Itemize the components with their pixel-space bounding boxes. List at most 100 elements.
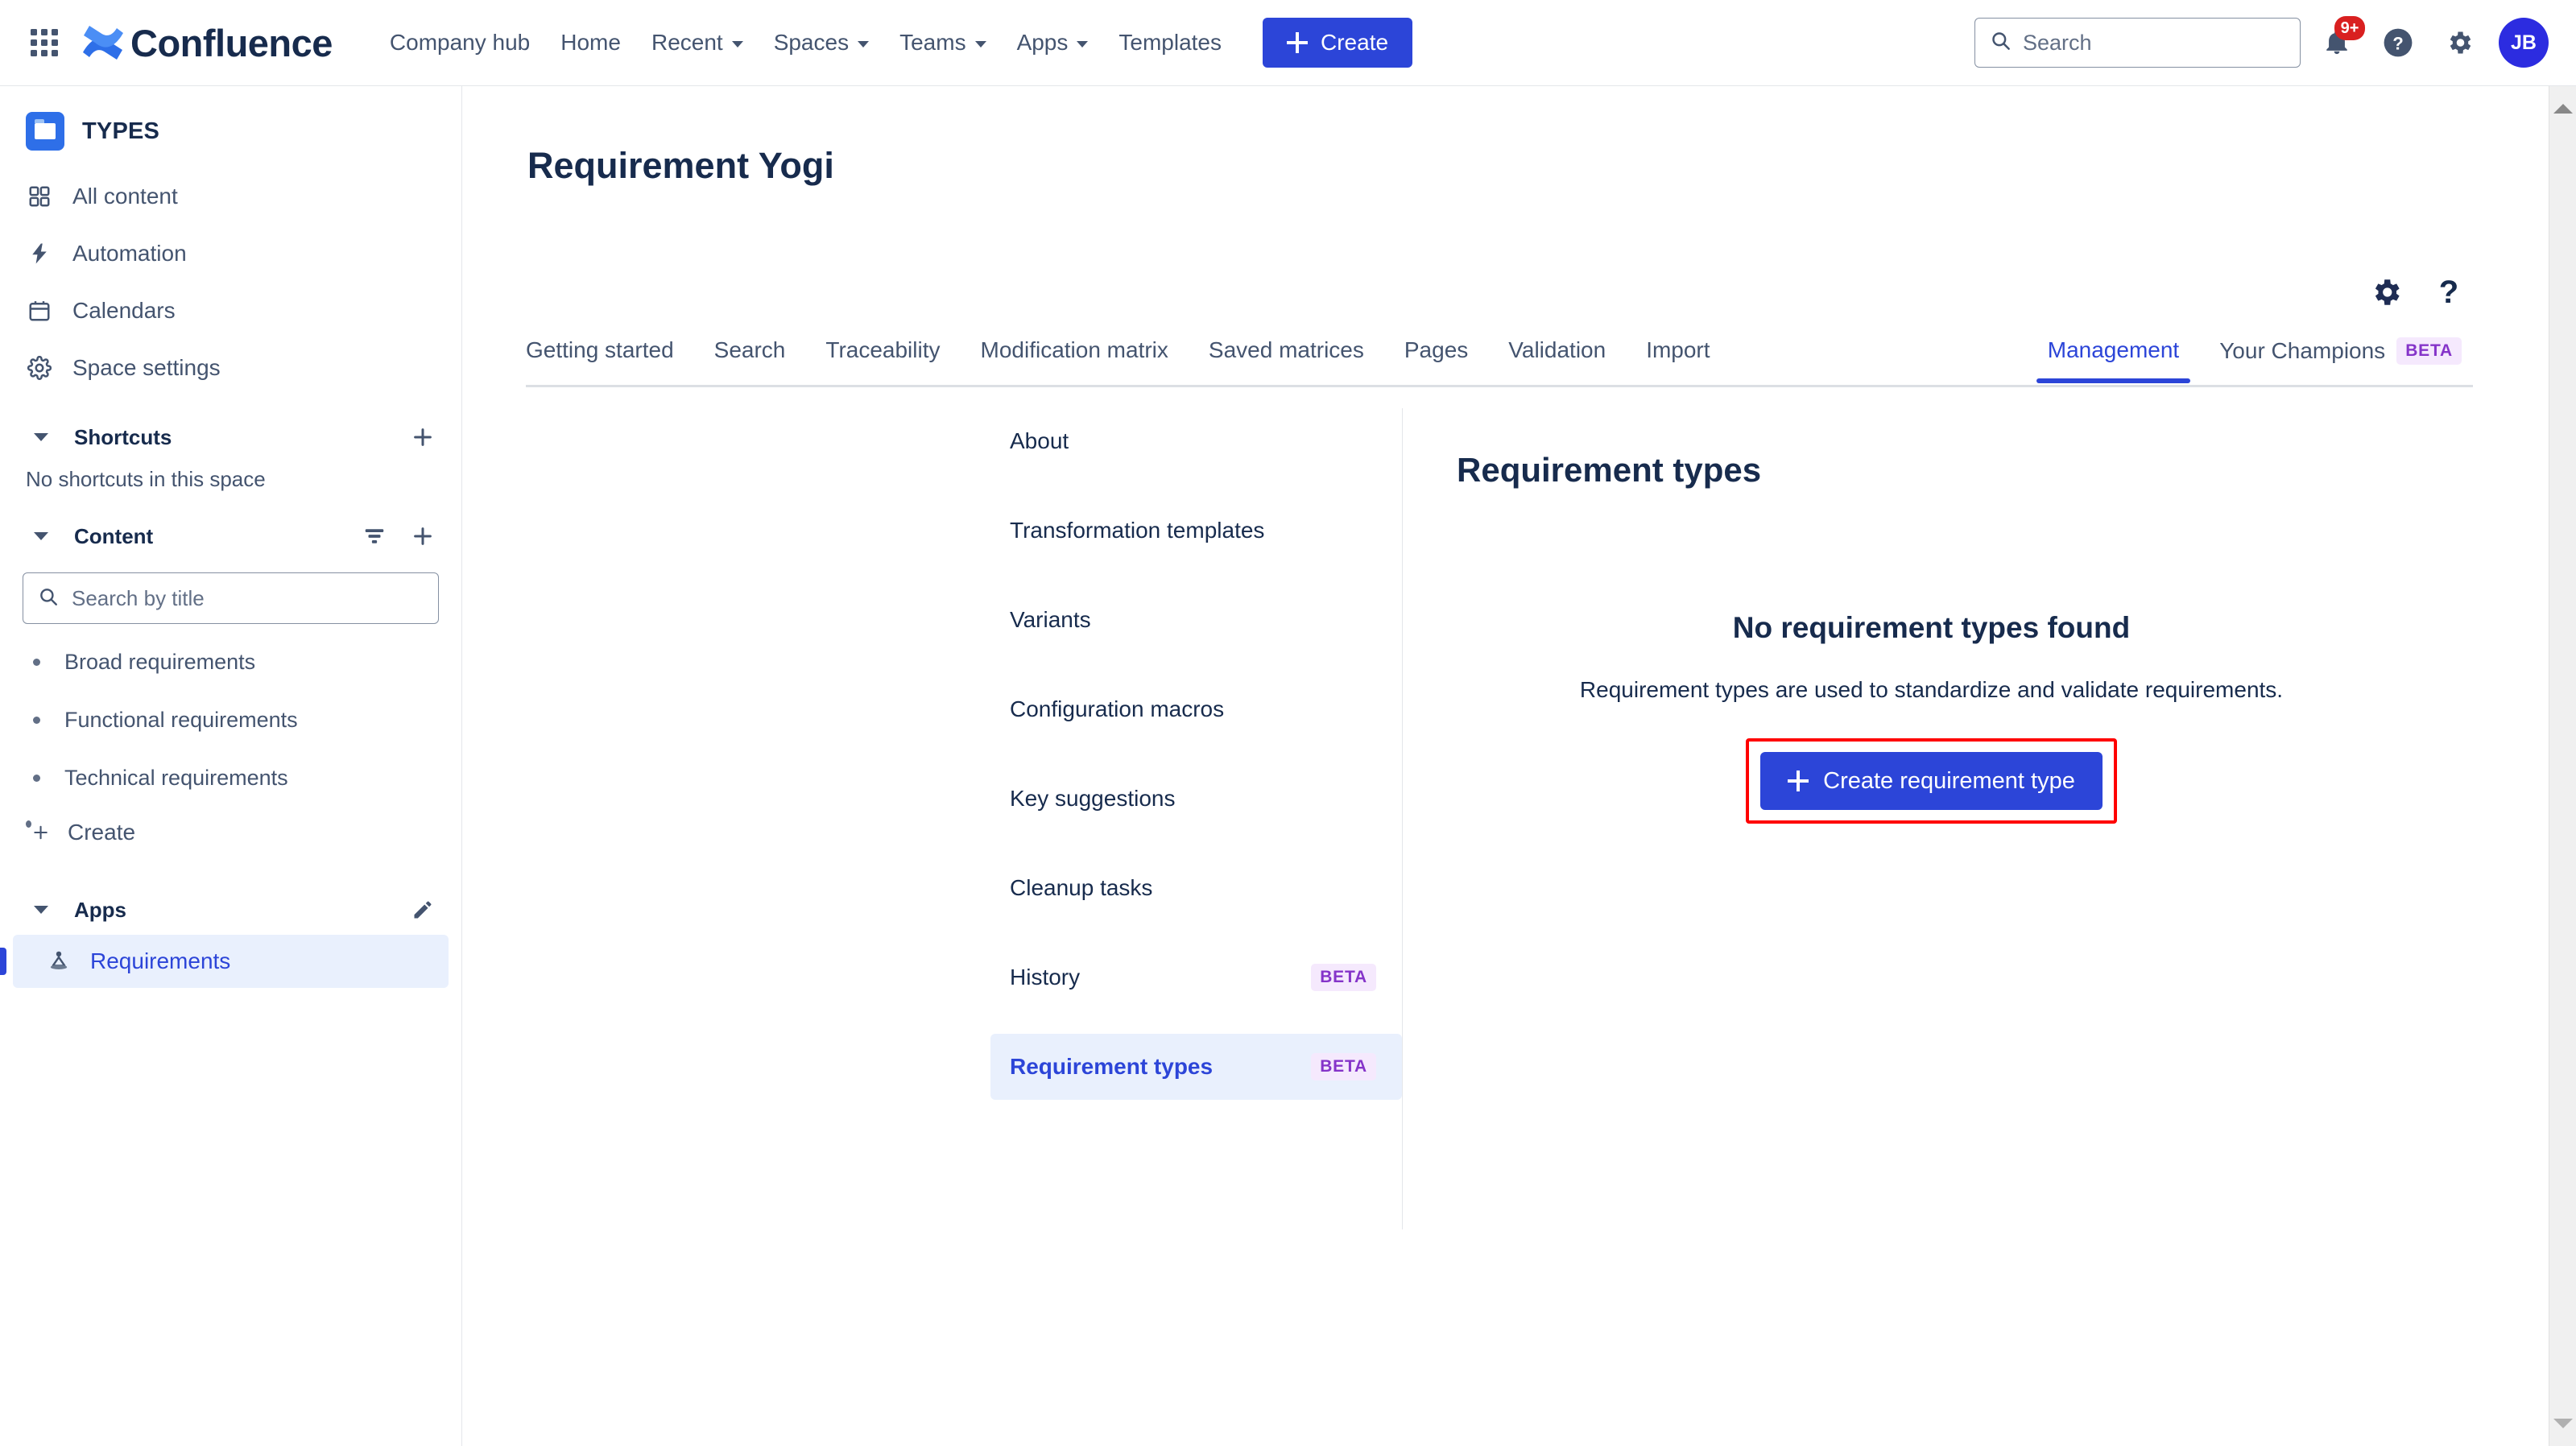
plus-icon bbox=[26, 820, 50, 845]
main-content: Requirement Yogi ? Getting started Searc… bbox=[463, 86, 2537, 1446]
notifications-button[interactable]: 9+ bbox=[2312, 16, 2365, 68]
nav-label: Teams bbox=[899, 30, 966, 55]
list-item[interactable]: Functional requirements bbox=[13, 696, 449, 743]
list-item[interactable]: Broad requirements bbox=[13, 638, 449, 685]
sidebar-item-calendars[interactable]: Calendars bbox=[13, 286, 449, 336]
nav-item-configuration-macros[interactable]: Configuration macros bbox=[990, 676, 1402, 742]
edit-apps-button[interactable] bbox=[407, 894, 439, 926]
nav-spaces[interactable]: Spaces bbox=[759, 20, 884, 65]
app-help-button[interactable]: ? bbox=[2428, 271, 2470, 313]
nav-recent[interactable]: Recent bbox=[636, 20, 759, 65]
sidebar-item-space-settings[interactable]: Space settings bbox=[13, 343, 449, 393]
nav-item-variants[interactable]: Variants bbox=[990, 587, 1402, 653]
lightning-bolt-icon bbox=[26, 240, 53, 267]
content-section-header: Content bbox=[13, 511, 449, 561]
app-settings-button[interactable] bbox=[2365, 271, 2407, 313]
tab-search[interactable]: Search bbox=[703, 337, 797, 381]
app-secondary-nav: About Transformation templates Variants … bbox=[990, 408, 1403, 1229]
sidebar-item-label: Automation bbox=[72, 241, 187, 266]
tab-label: Traceability bbox=[825, 337, 941, 362]
grid-dot bbox=[31, 50, 37, 56]
create-requirement-type-button[interactable]: Create requirement type bbox=[1760, 752, 2103, 810]
add-shortcut-button[interactable] bbox=[407, 421, 439, 453]
global-settings-button[interactable] bbox=[2434, 18, 2484, 68]
tab-import[interactable]: Import bbox=[1635, 337, 1721, 381]
tab-label: Import bbox=[1646, 337, 1710, 362]
nav-item-transformation-templates[interactable]: Transformation templates bbox=[990, 498, 1402, 564]
chevron-down-icon bbox=[34, 532, 48, 540]
grid-dot bbox=[52, 50, 58, 56]
help-button[interactable]: ? bbox=[2373, 18, 2423, 68]
nav-company-hub[interactable]: Company hub bbox=[374, 20, 545, 65]
shortcuts-section-header: Shortcuts bbox=[13, 412, 449, 462]
sidebar-item-automation[interactable]: Automation bbox=[13, 229, 449, 279]
nav-teams[interactable]: Teams bbox=[884, 20, 1001, 65]
tab-management[interactable]: Management bbox=[2036, 337, 2191, 383]
nav-item-label: Cleanup tasks bbox=[1010, 875, 1153, 900]
space-header[interactable]: TYPES bbox=[0, 86, 461, 151]
create-page-label: Create bbox=[68, 820, 136, 845]
page-link-label: Functional requirements bbox=[64, 707, 298, 732]
gear-icon bbox=[26, 354, 53, 382]
nav-item-key-suggestions[interactable]: Key suggestions bbox=[990, 766, 1402, 832]
space-nav-list: All content Automation Calendars Space s… bbox=[0, 171, 461, 393]
tab-saved-matrices[interactable]: Saved matrices bbox=[1197, 337, 1375, 381]
content-title: Content bbox=[74, 523, 154, 548]
create-requirement-type-label: Create requirement type bbox=[1823, 767, 2075, 794]
create-button[interactable]: Create bbox=[1263, 18, 1413, 68]
content-filter-button[interactable] bbox=[358, 520, 391, 552]
folder-icon bbox=[26, 112, 64, 151]
scroll-down-arrow-icon[interactable] bbox=[2553, 1419, 2573, 1428]
grid-dot bbox=[41, 29, 48, 35]
shortcuts-empty-text: No shortcuts in this space bbox=[26, 467, 266, 491]
add-content-button[interactable] bbox=[407, 520, 439, 552]
nav-item-about[interactable]: About bbox=[990, 408, 1402, 474]
confluence-home-link[interactable]: Confluence bbox=[81, 21, 333, 65]
search-icon bbox=[1990, 30, 2012, 56]
nav-apps[interactable]: Apps bbox=[1002, 20, 1104, 65]
bullet-icon bbox=[26, 659, 47, 666]
tab-traceability[interactable]: Traceability bbox=[814, 337, 951, 381]
tab-validation[interactable]: Validation bbox=[1497, 337, 1617, 381]
nav-item-label: Transformation templates bbox=[1010, 518, 1265, 543]
tab-label: Getting started bbox=[526, 337, 674, 362]
tab-modification-matrix[interactable]: Modification matrix bbox=[970, 337, 1180, 381]
space-sidebar: TYPES All content Automation Calendars S… bbox=[0, 86, 462, 1446]
empty-state-title: No requirement types found bbox=[1732, 611, 2131, 644]
sidebar-item-label: Requirements bbox=[90, 948, 231, 973]
nav-item-label: Requirement types bbox=[1010, 1054, 1214, 1079]
nav-item-history[interactable]: History BETA bbox=[990, 944, 1402, 1010]
app-switcher-icon[interactable] bbox=[26, 24, 63, 61]
shortcuts-disclosure-toggle[interactable] bbox=[23, 419, 60, 456]
global-search-input[interactable]: Search bbox=[1974, 18, 2301, 68]
sidebar-item-requirements[interactable]: Requirements bbox=[0, 935, 449, 988]
content-search-input[interactable]: Search by title bbox=[23, 572, 439, 624]
vertical-scrollbar[interactable] bbox=[2549, 86, 2576, 1446]
tab-label: Validation bbox=[1508, 337, 1606, 362]
tab-label: Pages bbox=[1404, 337, 1469, 362]
svg-text:?: ? bbox=[2392, 34, 2404, 54]
list-item[interactable]: Technical requirements bbox=[13, 754, 449, 801]
sidebar-create-page-button[interactable]: Create bbox=[13, 808, 449, 857]
nav-templates[interactable]: Templates bbox=[1103, 20, 1237, 65]
grid-squares-icon bbox=[26, 183, 53, 210]
content-disclosure-toggle[interactable] bbox=[23, 518, 60, 555]
user-avatar[interactable]: JB bbox=[2499, 18, 2549, 68]
tab-label: Management bbox=[2047, 337, 2180, 362]
nav-item-label: Configuration macros bbox=[1010, 696, 1225, 721]
nav-item-requirement-types[interactable]: Requirement types BETA bbox=[990, 1034, 1402, 1100]
sidebar-item-all-content[interactable]: All content bbox=[13, 171, 449, 221]
plus-icon bbox=[1287, 32, 1309, 53]
sidebar-item-label: All content bbox=[72, 184, 178, 209]
nav-home[interactable]: Home bbox=[545, 20, 636, 65]
apps-disclosure-toggle[interactable] bbox=[23, 891, 60, 928]
tab-pages[interactable]: Pages bbox=[1393, 337, 1479, 381]
filter-icon bbox=[365, 529, 384, 543]
tab-your-champions[interactable]: Your Champions BETA bbox=[2208, 337, 2473, 382]
nav-label: Templates bbox=[1118, 30, 1222, 55]
nav-item-cleanup-tasks[interactable]: Cleanup tasks bbox=[990, 855, 1402, 921]
scroll-up-arrow-icon[interactable] bbox=[2553, 104, 2573, 114]
question-circle-icon: ? bbox=[2384, 28, 2413, 57]
tab-getting-started[interactable]: Getting started bbox=[526, 337, 685, 381]
page-link-label: Broad requirements bbox=[64, 649, 256, 674]
